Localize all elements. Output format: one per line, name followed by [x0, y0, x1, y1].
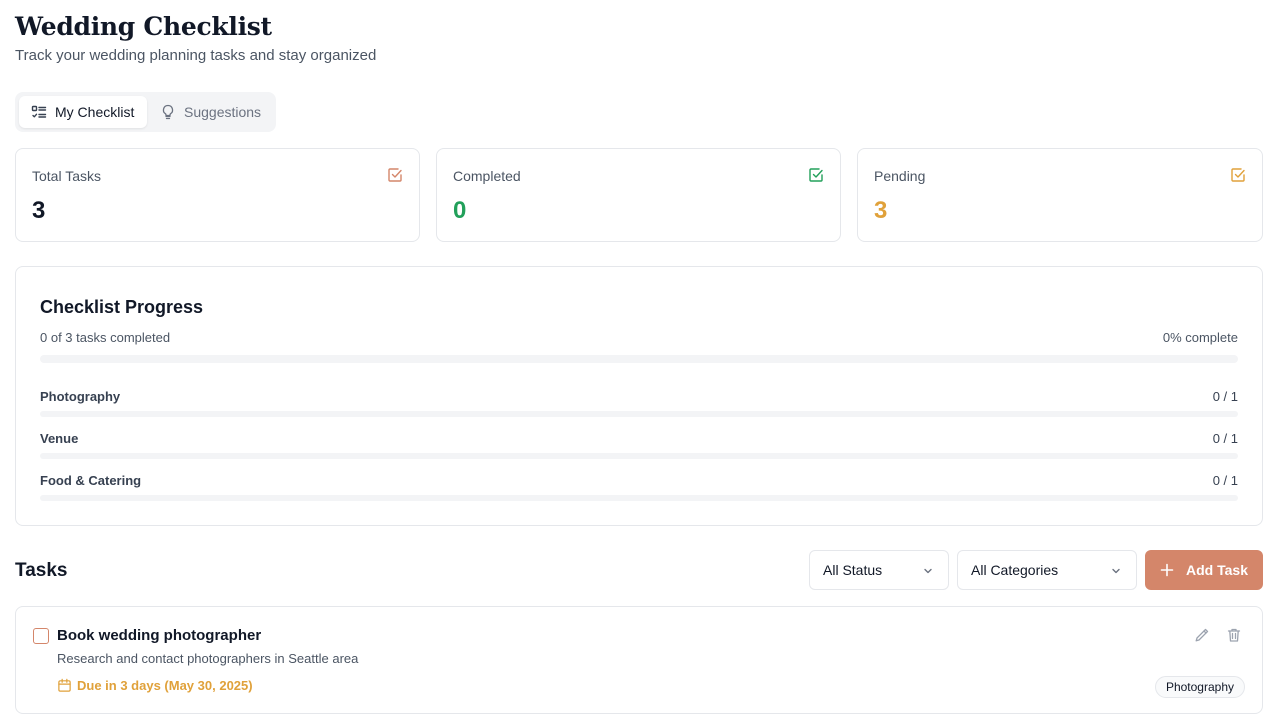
task-due-text: Due in 3 days (May 30, 2025) [77, 678, 253, 693]
page-title: Wedding Checklist [15, 12, 272, 41]
task-category-badge: Photography [1154, 676, 1245, 698]
progress-title: Checklist Progress [40, 297, 204, 317]
add-task-button[interactable]: Add Task [1145, 550, 1263, 590]
trash-icon [1227, 628, 1241, 642]
tab-label: My Checklist [55, 104, 135, 120]
overall-progress-bar [40, 355, 1238, 363]
plus-icon [1160, 563, 1174, 577]
tab-suggestions[interactable]: Suggestions [156, 96, 272, 128]
delete-task-button[interactable] [1226, 627, 1242, 643]
category-label: Food & Catering [40, 473, 142, 488]
progress-summary: 0 of 3 tasks completed [40, 330, 171, 345]
view-tabs: My Checklist Suggestions [15, 92, 276, 132]
stat-label: Completed [453, 168, 521, 184]
category-label: Venue [40, 431, 79, 446]
pencil-icon [1195, 628, 1209, 642]
checkbox-icon [1231, 168, 1245, 182]
progress-percent: 0% complete [1162, 330, 1238, 345]
stat-label: Pending [874, 168, 926, 184]
category-count: 0 / 1 [1212, 389, 1238, 404]
stat-card-pending: Pending 3 [857, 148, 1263, 242]
chevron-down-icon [924, 568, 932, 574]
task-description: Research and contact photographers in Se… [57, 651, 359, 666]
tab-label: Suggestions [184, 104, 262, 120]
stat-label: Total Tasks [32, 168, 101, 184]
edit-task-button[interactable] [1194, 627, 1210, 643]
task-actions [1194, 627, 1242, 643]
category-count: 0 / 1 [1212, 431, 1238, 446]
stat-card-total: Total Tasks 3 [15, 148, 420, 242]
category-progress-bar [40, 495, 1238, 501]
stat-card-completed: Completed 0 [436, 148, 841, 242]
task-due-date: Due in 3 days (May 30, 2025) [57, 678, 253, 693]
status-filter-select[interactable]: All Status [809, 550, 949, 590]
category-count: 0 / 1 [1212, 473, 1238, 488]
category-filter-select[interactable]: All Categories [957, 550, 1137, 590]
task-title: Book wedding photographer [57, 627, 262, 644]
task-card: Book wedding photographer Research and c… [15, 606, 1263, 714]
category-filter-value: All Categories [971, 562, 1059, 578]
stat-value: 3 [32, 197, 46, 224]
checkbox-icon [809, 168, 823, 182]
lightbulb-icon [162, 104, 174, 120]
stat-value: 3 [874, 197, 888, 224]
chevron-down-icon [1112, 568, 1120, 574]
calendar-icon [58, 678, 71, 692]
tab-my-checklist[interactable]: My Checklist [19, 96, 147, 128]
checklist-progress-card: Checklist Progress 0 of 3 tasks complete… [15, 266, 1263, 526]
category-progress-bar [40, 411, 1238, 417]
task-complete-checkbox[interactable] [33, 628, 49, 644]
add-task-label: Add Task [1186, 562, 1248, 578]
status-filter-value: All Status [823, 562, 883, 578]
category-label: Photography [40, 389, 121, 404]
checkbox-icon [388, 168, 402, 182]
list-check-icon [31, 105, 47, 118]
stat-value: 0 [453, 197, 467, 224]
page-subtitle: Track your wedding planning tasks and st… [15, 47, 377, 64]
tasks-heading: Tasks [15, 560, 68, 581]
category-progress-bar [40, 453, 1238, 459]
